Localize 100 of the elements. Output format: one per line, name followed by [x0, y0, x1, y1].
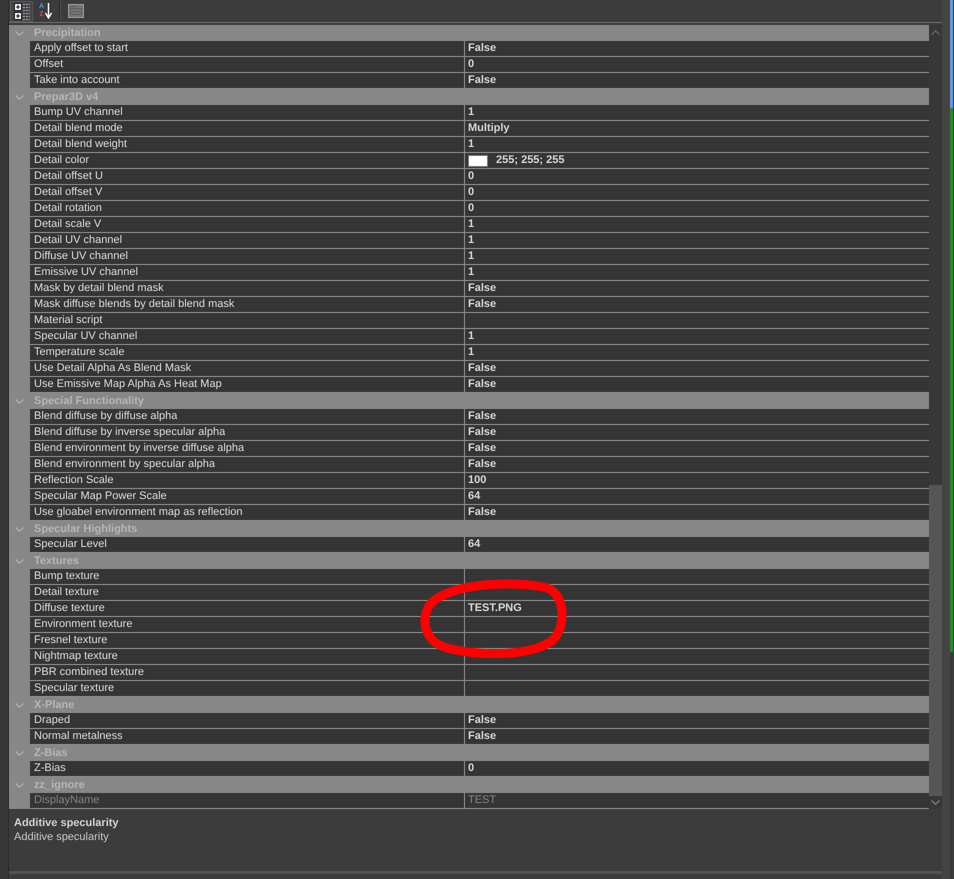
- property-value: False: [468, 377, 496, 392]
- value-cell[interactable]: False: [464, 713, 929, 729]
- property-name[interactable]: Bump texture: [30, 569, 464, 585]
- property-name[interactable]: Blend diffuse by inverse specular alpha: [30, 425, 464, 441]
- value-cell[interactable]: 64: [464, 489, 929, 505]
- property-name[interactable]: Material script: [30, 313, 464, 329]
- property-name[interactable]: Detail color: [30, 153, 464, 169]
- value-cell[interactable]: [464, 633, 929, 649]
- property-value: 0: [468, 57, 474, 72]
- property-name[interactable]: Reflection Scale: [30, 473, 464, 489]
- property-name[interactable]: Z-Bias: [30, 761, 464, 777]
- value-cell[interactable]: False: [464, 729, 929, 745]
- value-cell[interactable]: 100: [464, 473, 929, 489]
- property-value: False: [468, 297, 496, 312]
- value-cell[interactable]: 0: [464, 169, 929, 185]
- property-name[interactable]: Blend environment by specular alpha: [30, 457, 464, 473]
- property-value: False: [468, 281, 496, 296]
- value-cell[interactable]: [464, 569, 929, 585]
- property-name[interactable]: Detail blend mode: [30, 121, 464, 137]
- property-name[interactable]: Emissive UV channel: [30, 265, 464, 281]
- chevron-down-icon[interactable]: [15, 94, 24, 100]
- chevron-down-icon[interactable]: [15, 702, 24, 708]
- value-cell[interactable]: Multiply: [464, 121, 929, 137]
- property-name[interactable]: Nightmap texture: [30, 649, 464, 665]
- value-cell[interactable]: [464, 585, 929, 601]
- property-name[interactable]: Apply offset to start: [30, 41, 464, 57]
- property-name[interactable]: Draped: [30, 713, 464, 729]
- property-name[interactable]: Mask by detail blend mask: [30, 281, 464, 297]
- value-cell[interactable]: False: [464, 281, 929, 297]
- chevron-down-icon[interactable]: [15, 558, 24, 564]
- value-cell[interactable]: 255; 255; 255: [464, 153, 929, 169]
- scrollbar-thumb[interactable]: [929, 485, 942, 796]
- property-value: 1: [468, 233, 474, 248]
- value-cell[interactable]: 0: [464, 201, 929, 217]
- property-name[interactable]: Specular texture: [30, 681, 464, 697]
- property-name[interactable]: Detail UV channel: [30, 233, 464, 249]
- property-name[interactable]: Detail offset V: [30, 185, 464, 201]
- property-name[interactable]: Blend diffuse by diffuse alpha: [30, 409, 464, 425]
- property-name[interactable]: Detail scale V: [30, 217, 464, 233]
- value-cell[interactable]: False: [464, 409, 929, 425]
- property-name[interactable]: Use gloabel environment map as reflection: [30, 505, 464, 521]
- value-cell[interactable]: 1: [464, 233, 929, 249]
- property-name[interactable]: Detail texture: [30, 585, 464, 601]
- property-name[interactable]: Temperature scale: [30, 345, 464, 361]
- property-name[interactable]: Use Emissive Map Alpha As Heat Map: [30, 377, 464, 393]
- property-name[interactable]: Bump UV channel: [30, 105, 464, 121]
- property-name[interactable]: Offset: [30, 57, 464, 73]
- value-cell[interactable]: False: [464, 457, 929, 473]
- value-cell[interactable]: 0: [464, 761, 929, 777]
- value-cell[interactable]: [464, 681, 929, 697]
- value-cell[interactable]: False: [464, 41, 929, 57]
- property-name[interactable]: Detail offset U: [30, 169, 464, 185]
- value-cell[interactable]: 1: [464, 105, 929, 121]
- property-name[interactable]: Normal metalness: [30, 729, 464, 745]
- property-name[interactable]: Environment texture: [30, 617, 464, 633]
- property-name[interactable]: Use Detail Alpha As Blend Mask: [30, 361, 464, 377]
- chevron-down-icon[interactable]: [15, 30, 24, 36]
- value-cell[interactable]: False: [464, 441, 929, 457]
- categorized-view-button[interactable]: [10, 0, 33, 22]
- chevron-down-icon[interactable]: [15, 782, 24, 788]
- value-cell[interactable]: TEST.PNG: [464, 601, 929, 617]
- chevron-down-icon[interactable]: [15, 398, 24, 404]
- value-cell[interactable]: 1: [464, 265, 929, 281]
- value-cell[interactable]: False: [464, 361, 929, 377]
- property-name[interactable]: Specular Level: [30, 537, 464, 553]
- property-name[interactable]: PBR combined texture: [30, 665, 464, 681]
- value-cell[interactable]: False: [464, 377, 929, 393]
- value-cell[interactable]: 1: [464, 137, 929, 153]
- value-cell[interactable]: [464, 649, 929, 665]
- property-value: 1: [468, 217, 474, 232]
- property-name[interactable]: Take into account: [30, 73, 464, 89]
- value-cell[interactable]: [464, 665, 929, 681]
- arrow-down-icon: [45, 3, 52, 19]
- property-value: 0: [468, 169, 474, 184]
- value-cell[interactable]: False: [464, 73, 929, 89]
- property-name[interactable]: Mask diffuse blends by detail blend mask: [30, 297, 464, 313]
- value-cell[interactable]: 1: [464, 329, 929, 345]
- chevron-down-icon[interactable]: [15, 750, 24, 756]
- value-cell[interactable]: 0: [464, 185, 929, 201]
- chevron-down-icon[interactable]: [15, 526, 24, 532]
- value-cell[interactable]: [464, 313, 929, 329]
- value-cell[interactable]: 64: [464, 537, 929, 553]
- property-name[interactable]: Detail rotation: [30, 201, 464, 217]
- value-cell[interactable]: 0: [464, 57, 929, 73]
- property-name[interactable]: Diffuse UV channel: [30, 249, 464, 265]
- value-cell[interactable]: 1: [464, 217, 929, 233]
- value-cell[interactable]: [464, 617, 929, 633]
- value-cell[interactable]: 1: [464, 345, 929, 361]
- value-cell[interactable]: 1: [464, 249, 929, 265]
- property-name[interactable]: Specular Map Power Scale: [30, 489, 464, 505]
- value-cell[interactable]: False: [464, 505, 929, 521]
- value-cell[interactable]: False: [464, 297, 929, 313]
- property-name[interactable]: Specular UV channel: [30, 329, 464, 345]
- property-name[interactable]: Diffuse texture: [30, 601, 464, 617]
- property-value: False: [468, 441, 496, 456]
- property-name[interactable]: Detail blend weight: [30, 137, 464, 153]
- property-name[interactable]: Blend environment by inverse diffuse alpha: [30, 441, 464, 457]
- value-cell[interactable]: False: [464, 425, 929, 441]
- property-value: False: [468, 729, 496, 744]
- property-name[interactable]: Fresnel texture: [30, 633, 464, 649]
